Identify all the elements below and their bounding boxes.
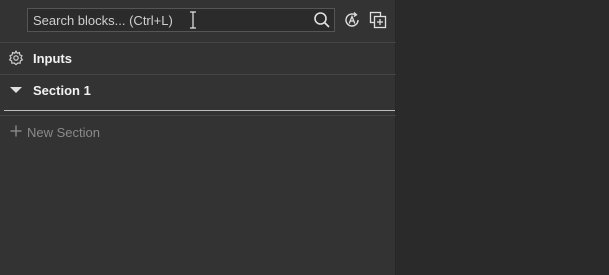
divider bbox=[0, 115, 396, 116]
section-inputs[interactable]: Inputs bbox=[0, 43, 396, 74]
triangle-down-icon[interactable] bbox=[8, 82, 24, 98]
plus-icon bbox=[10, 125, 22, 137]
section-drop-line bbox=[4, 110, 395, 111]
new-section-label: New Section bbox=[27, 125, 100, 140]
new-section-button[interactable]: New Section bbox=[0, 120, 396, 144]
text-cursor-icon bbox=[190, 11, 196, 29]
panel-toolbar bbox=[0, 0, 396, 42]
search-box[interactable] bbox=[27, 8, 335, 32]
search-icon[interactable] bbox=[313, 11, 331, 29]
section-label: Inputs bbox=[33, 51, 72, 66]
duplicate-icon[interactable] bbox=[368, 10, 388, 30]
app-root: Inputs Section 1 New Section bbox=[0, 0, 609, 275]
search-input[interactable] bbox=[28, 9, 308, 31]
auto-layout-icon[interactable] bbox=[342, 10, 362, 30]
blocks-panel: Inputs Section 1 New Section bbox=[0, 0, 396, 275]
section-section-1[interactable]: Section 1 bbox=[0, 75, 396, 106]
gear-icon bbox=[8, 50, 24, 66]
canvas-area[interactable] bbox=[397, 0, 609, 275]
section-label: Section 1 bbox=[33, 83, 91, 98]
